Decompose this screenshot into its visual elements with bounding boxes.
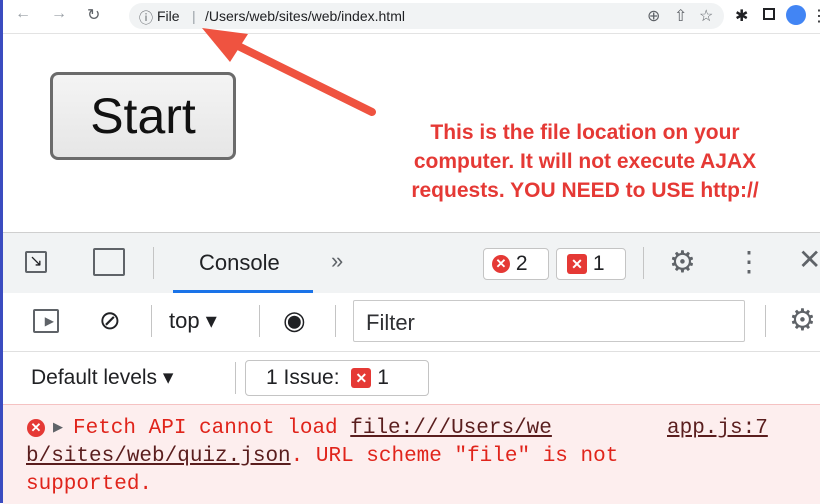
filter-input[interactable] bbox=[364, 309, 728, 337]
error-line-2: b/sites/web/quiz.json. URL scheme "file"… bbox=[26, 443, 618, 471]
devtools-tabbar: ↘ Console » ✕ 2 ✕ 1 ⚙ ⋮ ✕ bbox=[3, 232, 820, 294]
settings-gear-icon[interactable]: ⚙ bbox=[669, 245, 696, 280]
live-expression-eye-icon[interactable]: ◉ bbox=[283, 305, 306, 336]
separator bbox=[151, 305, 152, 337]
context-selector[interactable]: top ▾ bbox=[169, 308, 217, 334]
more-tabs-icon[interactable]: » bbox=[331, 248, 343, 274]
inspect-element-icon[interactable]: ↘ bbox=[25, 251, 47, 273]
error-line-1: Fetch API cannot load file:///Users/we bbox=[73, 415, 552, 443]
error-url-link-2[interactable]: b/sites/web/quiz.json bbox=[26, 445, 291, 468]
source-link[interactable]: app.js:7 bbox=[667, 415, 768, 443]
separator bbox=[335, 305, 336, 337]
close-devtools-icon[interactable]: ✕ bbox=[798, 243, 820, 276]
issues-label: 1 Issue: bbox=[266, 366, 340, 389]
console-error-message: ✕ ▶ Fetch API cannot load file:///Users/… bbox=[3, 404, 820, 504]
issue-count: 1 bbox=[592, 252, 605, 275]
error-count: 2 bbox=[515, 252, 528, 275]
issues-button[interactable]: 1 Issue: ✕ 1 bbox=[245, 360, 429, 396]
levels-bar: Default levels ▾ 1 Issue: ✕ 1 bbox=[3, 352, 820, 405]
issue-icon: ✕ bbox=[567, 254, 587, 275]
error-counter[interactable]: ✕ 2 bbox=[483, 248, 549, 280]
error-suffix: . URL scheme "file" is not bbox=[290, 445, 619, 468]
sidebar-toggle-icon[interactable]: ▶ bbox=[33, 309, 59, 333]
error-url-link-1[interactable]: file:///Users/we bbox=[350, 417, 552, 440]
log-levels-dropdown[interactable]: Default levels ▾ bbox=[31, 365, 173, 390]
devtools-menu-icon[interactable]: ⋮ bbox=[735, 245, 763, 278]
separator bbox=[235, 362, 236, 394]
console-settings-icon[interactable]: ⚙ bbox=[789, 303, 816, 338]
filter-field[interactable] bbox=[353, 300, 745, 342]
error-prefix: Fetch API cannot load bbox=[73, 417, 351, 440]
separator bbox=[153, 247, 154, 279]
issues-count: 1 bbox=[377, 366, 389, 389]
issue-icon: ✕ bbox=[351, 368, 372, 389]
expand-triangle-icon[interactable]: ▶ bbox=[53, 419, 63, 435]
separator bbox=[765, 305, 766, 337]
log-levels-label: Default levels bbox=[31, 366, 158, 389]
tab-console[interactable]: Console » bbox=[173, 233, 343, 293]
issue-counter[interactable]: ✕ 1 bbox=[556, 248, 626, 280]
clear-console-icon[interactable]: ⊘ bbox=[99, 305, 121, 336]
console-toolbar: ▶ ⊘ top ▾ ◉ ⚙ bbox=[3, 293, 820, 352]
context-label: top bbox=[169, 308, 200, 333]
error-icon: ✕ bbox=[492, 255, 510, 274]
error-line-3: supported. bbox=[26, 473, 153, 496]
device-toolbar-icon[interactable] bbox=[93, 248, 125, 276]
separator bbox=[643, 247, 644, 279]
tab-console-label: Console bbox=[199, 250, 280, 275]
separator bbox=[259, 305, 260, 337]
error-icon: ✕ bbox=[27, 419, 45, 437]
